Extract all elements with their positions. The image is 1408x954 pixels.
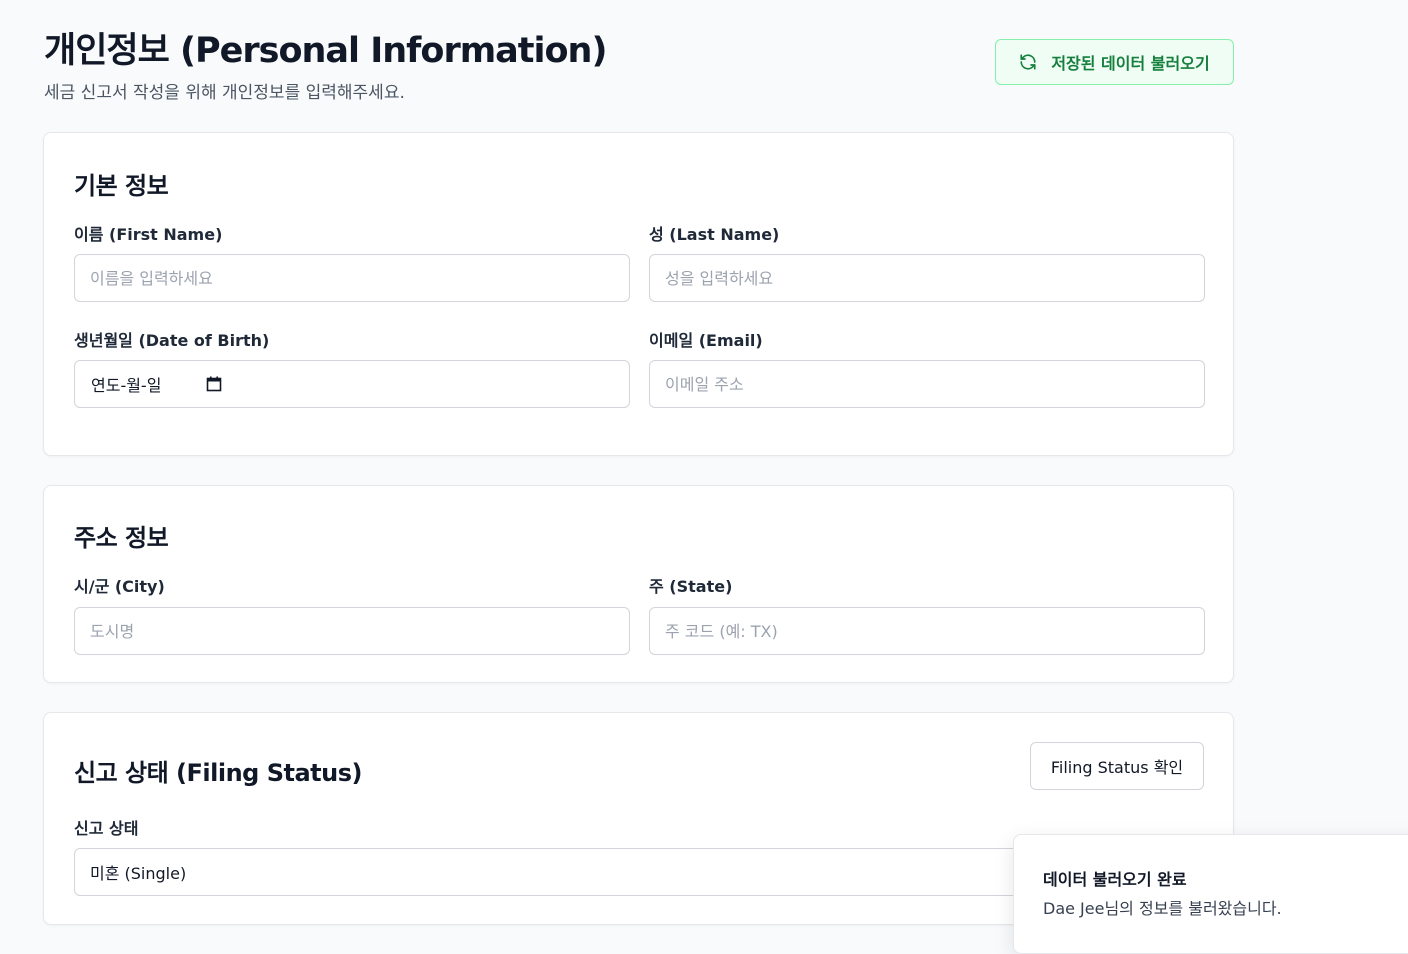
load-saved-data-label: 저장된 데이터 불러오기 <box>1051 54 1210 73</box>
last-name-label: 성 (Last Name) <box>649 225 780 244</box>
filing-status-selected-value: 미혼 (Single) <box>90 864 187 883</box>
page-title: 개인정보 (Personal Information) <box>44 31 607 71</box>
dob-input[interactable]: 연도-월-일 <box>74 360 630 408</box>
city-input[interactable] <box>74 607 630 655</box>
filing-status-label: 신고 상태 <box>74 819 139 838</box>
basic-info-title: 기본 정보 <box>74 172 169 200</box>
state-label: 주 (State) <box>649 577 733 596</box>
filing-status-check-button[interactable]: Filing Status 확인 <box>1030 742 1204 790</box>
first-name-label: 이름 (First Name) <box>74 225 223 244</box>
email-label: 이메일 (Email) <box>649 331 763 350</box>
last-name-input[interactable] <box>649 254 1205 302</box>
basic-info-card: 기본 정보 이름 (First Name) 성 (Last Name) 생년월일… <box>43 132 1234 456</box>
load-saved-data-button[interactable]: 저장된 데이터 불러오기 <box>995 39 1234 85</box>
address-info-title: 주소 정보 <box>74 524 169 552</box>
refresh-icon <box>1019 53 1037 71</box>
filing-status-title: 신고 상태 (Filing Status) <box>74 759 362 787</box>
page-header: 개인정보 (Personal Information) 세금 신고서 작성을 위… <box>44 22 1234 103</box>
address-info-card: 주소 정보 시/군 (City) 주 (State) <box>43 485 1234 683</box>
state-input[interactable] <box>649 607 1205 655</box>
city-label: 시/군 (City) <box>74 577 165 596</box>
dob-label: 생년월일 (Date of Birth) <box>74 331 270 350</box>
toast-notification: 데이터 불러오기 완료 Dae Jee님의 정보를 불러왔습니다. <box>1013 834 1408 954</box>
toast-message: Dae Jee님의 정보를 불러왔습니다. <box>1043 899 1282 918</box>
toast-title: 데이터 불러오기 완료 <box>1043 870 1187 889</box>
first-name-input[interactable] <box>74 254 630 302</box>
email-input[interactable] <box>649 360 1205 408</box>
page-subtitle: 세금 신고서 작성을 위해 개인정보를 입력해주세요. <box>44 83 405 103</box>
dob-placeholder: 연도-월-일 <box>91 376 162 395</box>
calendar-icon[interactable] <box>206 376 222 392</box>
